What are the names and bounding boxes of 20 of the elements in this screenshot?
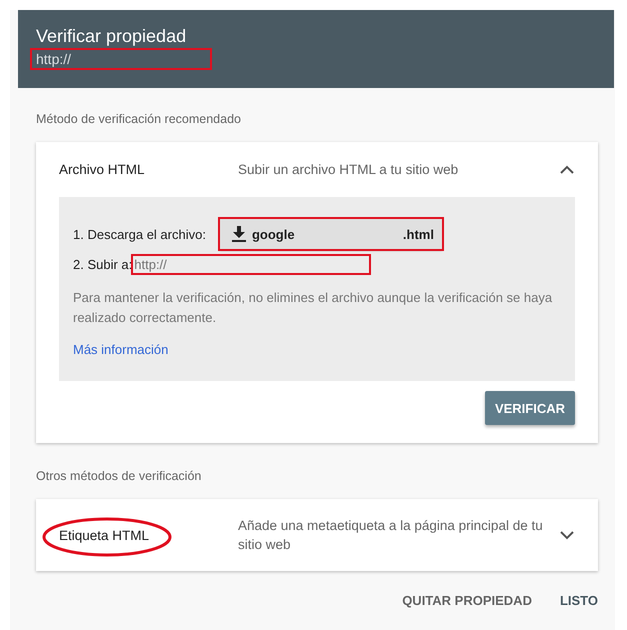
property-url: http://: [36, 51, 72, 67]
more-info-link[interactable]: Más información: [73, 342, 168, 357]
section-heading: Otros métodos de verificación: [36, 469, 202, 483]
chevron-icon[interactable]: [560, 530, 574, 540]
step-label: 2. Subir a:: [73, 257, 132, 272]
dialog-title: Verificar propiedad: [36, 26, 188, 47]
method-name: Archivo HTML: [59, 162, 146, 177]
verify-button[interactable]: VERIFICAR: [484, 391, 575, 425]
action-button[interactable]: LISTO: [560, 593, 598, 608]
upload-url: http://: [134, 257, 167, 272]
download-button[interactable]: google .html: [220, 219, 442, 249]
chevron-icon[interactable]: [560, 165, 574, 174]
download-icon: [232, 226, 246, 242]
method-description: Añade una metaetiqueta a la página principal de tu sitio web: [238, 517, 544, 554]
section-heading: Método de verificación recomendado: [36, 112, 242, 126]
step-label: 1. Descarga el archivo:: [73, 226, 206, 242]
action-button[interactable]: QUITAR PROPIEDAD: [402, 593, 532, 608]
note-text: Para mantener la verificación, no elimines el archivo aunque la verificación se haya realizado correctamente.: [73, 289, 554, 327]
method-name: Etiqueta HTML: [59, 528, 150, 542]
method-description: Subir un archivo HTML a tu sitio web: [238, 161, 460, 179]
